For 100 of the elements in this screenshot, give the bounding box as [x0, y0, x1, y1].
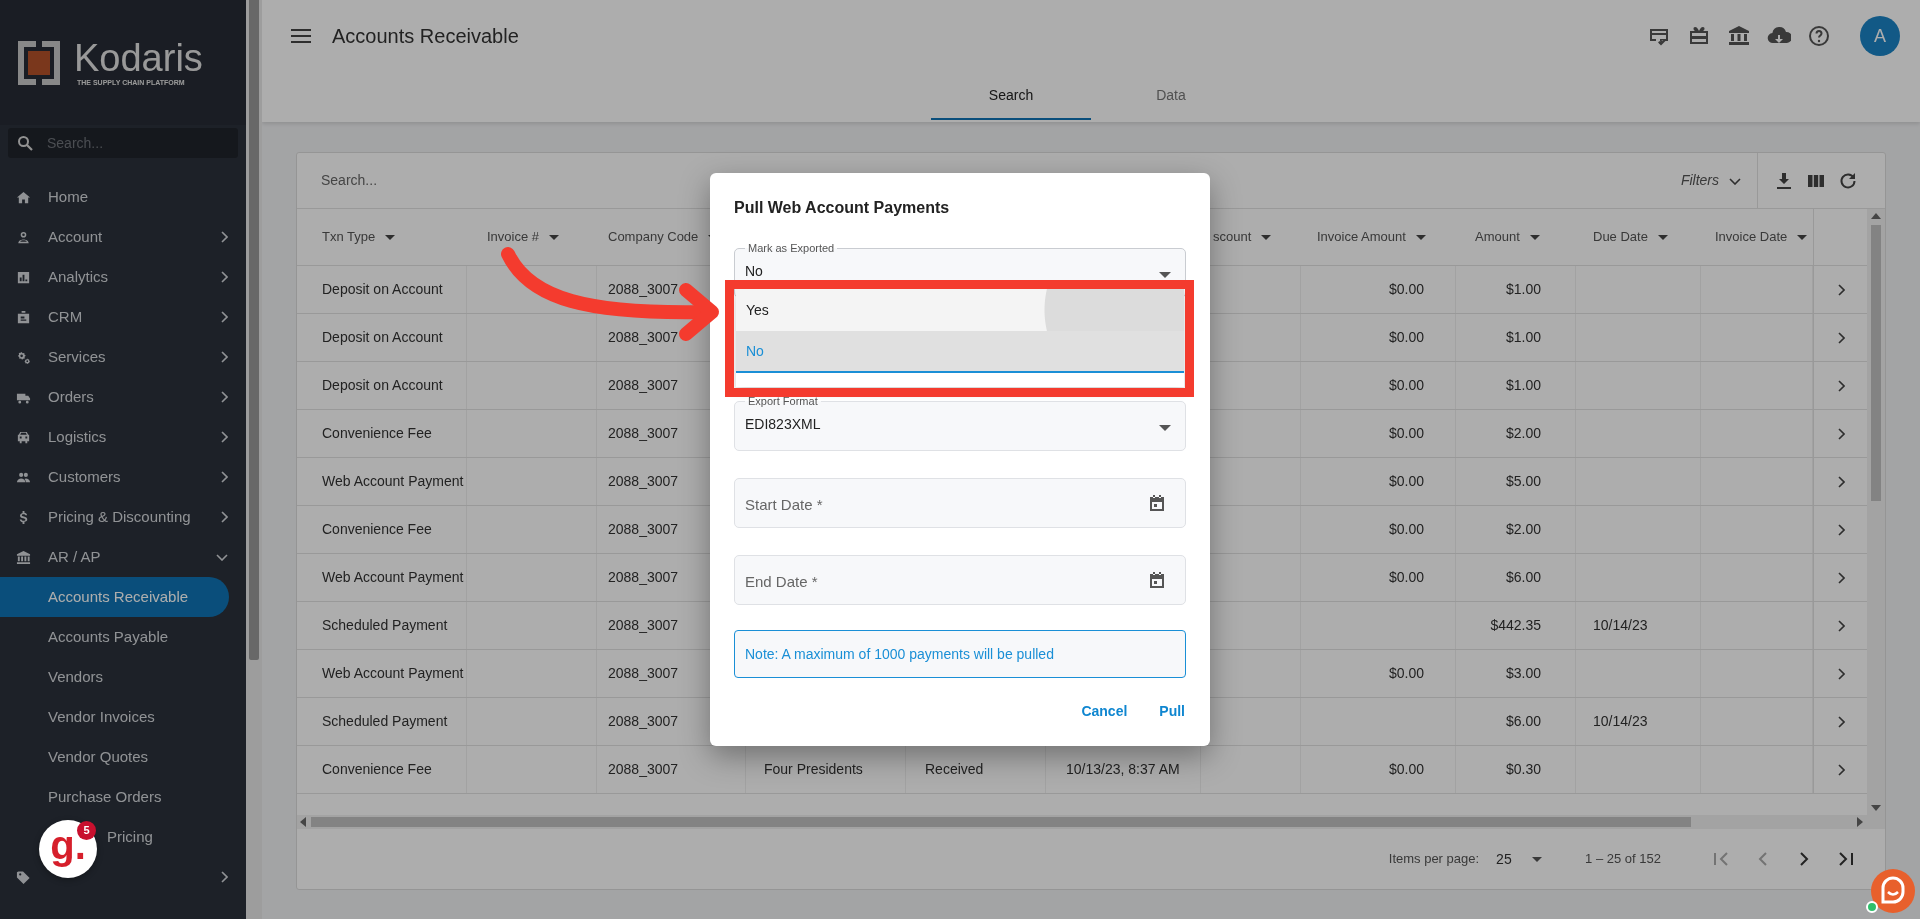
sidebar-item[interactable]: Orders — [0, 377, 246, 417]
sort-caret-icon[interactable] — [1415, 234, 1426, 240]
gears-icon — [16, 349, 31, 365]
row-chevron-icon[interactable] — [1836, 379, 1845, 392]
column-header[interactable]: Invoice Date — [1701, 209, 1813, 265]
row-chevron-icon[interactable] — [1836, 331, 1845, 344]
sidebar-subitem[interactable]: Purchase Orders — [0, 777, 229, 817]
sidebar-item[interactable]: AR / AP — [0, 537, 246, 577]
dropdown-option[interactable]: No — [736, 331, 1184, 373]
table-cell-text: 2088_3007 — [608, 616, 679, 635]
bank-icon — [16, 549, 31, 565]
sidebar-item[interactable]: Logistics — [0, 417, 246, 457]
sidebar-item[interactable]: CRM — [0, 297, 246, 337]
sort-caret-icon[interactable] — [549, 234, 560, 240]
column-header[interactable]: Due Date — [1576, 209, 1701, 265]
row-chevron-icon[interactable] — [1836, 715, 1845, 728]
sort-caret-icon[interactable] — [385, 234, 396, 240]
table-cell-text: $1.00 — [1505, 328, 1541, 347]
menu-icon[interactable] — [291, 28, 311, 44]
row-chevron-icon[interactable] — [1836, 763, 1845, 776]
table-cell-text: Convenience Fee — [322, 520, 432, 539]
table-row[interactable]: Convenience Fee 2088_3007 Four Presidents Received 10/13/23, 8:37 AM $0.00 $0.30 — [297, 746, 1867, 794]
sort-caret-icon[interactable] — [1261, 234, 1272, 240]
row-chevron-icon[interactable] — [1836, 667, 1845, 680]
sidebar-subitem[interactable]: Accounts Receivable — [0, 577, 229, 617]
table-cell-text: 2088_3007 — [608, 664, 679, 683]
sidebar-subitem[interactable]: Accounts Payable — [0, 617, 229, 657]
tab[interactable]: Data — [1091, 72, 1251, 120]
dropdown-option[interactable]: Yes — [736, 289, 1184, 331]
columns-icon[interactable] — [1807, 172, 1825, 189]
column-header[interactable]: Invoice # — [467, 209, 597, 265]
dialog-button[interactable]: Pull — [1158, 698, 1186, 724]
sidebar-subitem[interactable]: Pricing — [107, 817, 229, 857]
date-field[interactable]: Start Date * — [734, 478, 1186, 528]
table-cell-text: 2088_3007 — [608, 424, 679, 443]
scroll-left-icon[interactable] — [300, 817, 306, 827]
table-cell-text: Convenience Fee — [322, 424, 432, 443]
page-title: Accounts Receivable — [332, 24, 519, 49]
field-value: No — [745, 263, 763, 279]
download-icon[interactable] — [1775, 171, 1793, 190]
column-header[interactable]: scount — [1201, 209, 1301, 265]
table-cell-text: $0.00 — [1388, 472, 1424, 491]
tab[interactable]: Search — [931, 72, 1091, 120]
row-chevron-icon[interactable] — [1836, 523, 1845, 536]
column-header[interactable]: Amount — [1456, 209, 1576, 265]
logo-icon — [18, 40, 60, 85]
table-cell-text: Web Account Payment — [322, 568, 464, 587]
dialog-button[interactable]: Cancel — [1080, 698, 1129, 724]
column-header[interactable]: Invoice Amount — [1301, 209, 1456, 265]
contact-card-icon — [16, 309, 31, 325]
table-cell-text: $0.00 — [1388, 664, 1424, 683]
sort-caret-icon[interactable] — [1797, 234, 1808, 240]
sidebar-item[interactable]: Services — [0, 337, 246, 377]
page-range: 1 – 25 of 152 — [1585, 850, 1661, 869]
filters-button[interactable]: Filters — [1680, 170, 1757, 191]
sidebar-item[interactable]: Home — [0, 177, 246, 217]
column-header[interactable]: Txn Type — [297, 209, 467, 265]
table-cell-text: 2088_3007 — [608, 520, 679, 539]
calendar-icon[interactable] — [1148, 494, 1166, 512]
date-field[interactable]: End Date * — [734, 555, 1186, 605]
scroll-down-icon[interactable] — [1871, 805, 1881, 811]
chat-icon[interactable] — [1864, 868, 1916, 916]
sidebar-subitem[interactable]: Vendor Quotes — [0, 737, 229, 777]
sidebar-subitem[interactable]: Vendors — [0, 657, 229, 697]
row-chevron-icon[interactable] — [1836, 619, 1845, 632]
table-cell-text: $2.00 — [1505, 520, 1541, 539]
horizontal-scrollbar[interactable] — [297, 815, 1885, 829]
table-cell-text: $2.00 — [1505, 424, 1541, 443]
calendar-icon[interactable] — [1148, 571, 1166, 589]
bank-icon[interactable] — [1727, 24, 1751, 48]
row-chevron-icon[interactable] — [1836, 571, 1845, 584]
vertical-scrollbar[interactable] — [1867, 209, 1885, 815]
row-chevron-icon[interactable] — [1836, 283, 1845, 296]
table-cell-text: $1.00 — [1505, 376, 1541, 395]
person-icon — [16, 229, 31, 245]
table-cell-text: 10/14/23 — [1593, 616, 1648, 635]
sort-caret-icon[interactable] — [1657, 234, 1668, 240]
scroll-up-icon[interactable] — [1871, 213, 1881, 219]
page-size-select[interactable]: 25 — [1496, 848, 1543, 870]
sidebar-item[interactable]: Pricing & Discounting — [0, 497, 246, 537]
scroll-right-icon[interactable] — [1857, 817, 1863, 827]
refresh-icon[interactable] — [1839, 171, 1857, 190]
avatar[interactable]: A — [1860, 16, 1900, 56]
tag-icon — [16, 869, 31, 885]
table-cell-text: Deposit on Account — [322, 376, 443, 395]
table-cell-text: $5.00 — [1505, 472, 1541, 491]
row-chevron-icon[interactable] — [1836, 427, 1845, 440]
sidebar-subitem[interactable]: Vendor Invoices — [0, 697, 229, 737]
table-cell-text: 10/14/23 — [1593, 712, 1648, 731]
sidebar-item[interactable]: Customers — [0, 457, 246, 497]
table-cell-text: Deposit on Account — [322, 328, 443, 347]
sort-caret-icon[interactable] — [1529, 234, 1540, 240]
help-icon[interactable] — [1807, 24, 1831, 48]
table-cell-text: $6.00 — [1505, 568, 1541, 587]
sidebar-item[interactable]: Account — [0, 217, 246, 257]
sidebar-item[interactable]: Analytics — [0, 257, 246, 297]
row-chevron-icon[interactable] — [1836, 475, 1845, 488]
table-cell-text: Deposit on Account — [322, 280, 443, 299]
scrollbar[interactable] — [246, 0, 262, 919]
dialog-title: Pull Web Account Payments — [734, 199, 951, 217]
